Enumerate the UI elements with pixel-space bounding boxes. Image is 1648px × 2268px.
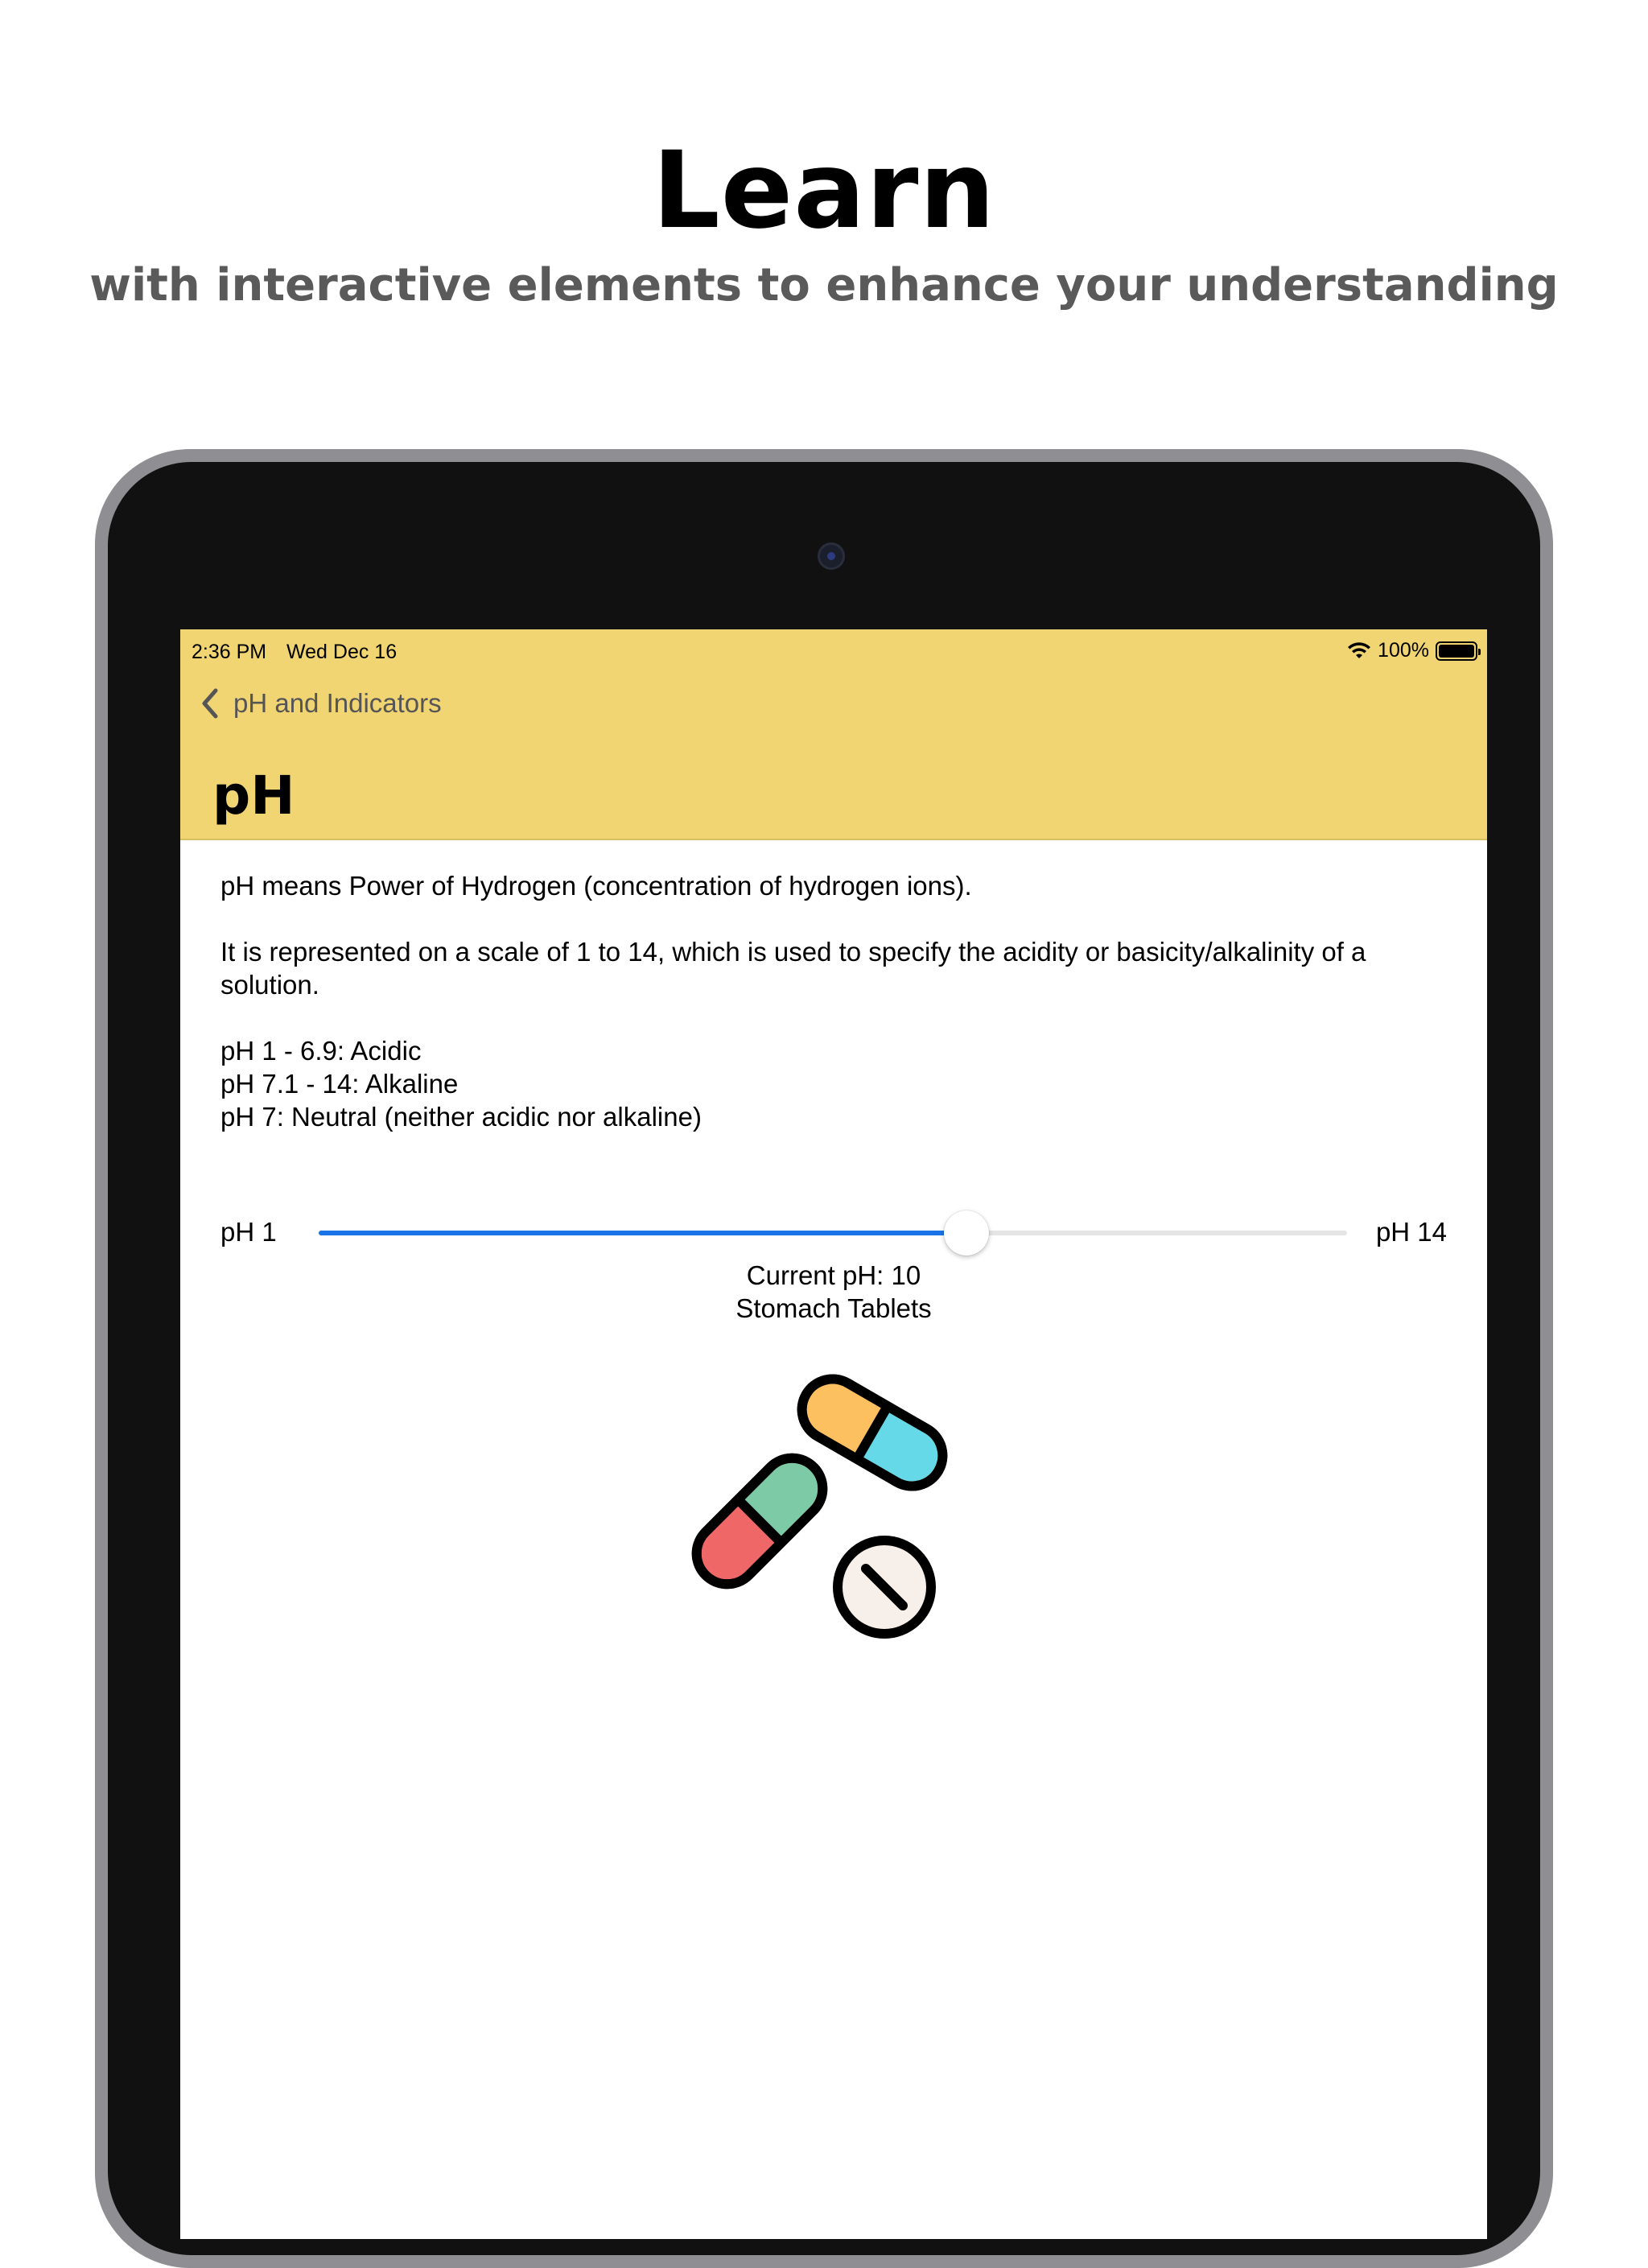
hero-subtitle: with interactive elements to enhance you… [89, 259, 1559, 311]
page-title: pH [212, 765, 295, 827]
app-screen: 2:36 PM Wed Dec 16 100% pH and Indicator… [180, 629, 1487, 2239]
substance-label: Stomach Tablets [735, 1293, 932, 1323]
pills-icon [691, 1374, 948, 1639]
range-list: pH 1 - 6.9: Acidic pH 7.1 - 14: Alkaline… [220, 1034, 1444, 1133]
intro-text: pH means Power of Hydrogen (concentratio… [220, 871, 972, 901]
ph-readout: Current pH: 10 Stomach Tablets [180, 1259, 1487, 1325]
current-ph-label: Current pH: 10 [746, 1260, 921, 1290]
back-label: pH and Indicators [233, 688, 442, 718]
range-alkaline: pH 7.1 - 14: Alkaline [220, 1069, 459, 1099]
slider-thumb[interactable] [944, 1210, 990, 1256]
slider-min-label: pH 1 [220, 1217, 277, 1247]
status-time: 2:36 PM [192, 641, 267, 663]
ph-slider: pH 1 pH 14 [220, 1209, 1447, 1257]
ipad-frame: 2:36 PM Wed Dec 16 100% pH and Indicator… [95, 449, 1553, 2268]
navigation-bar: 2:36 PM Wed Dec 16 100% pH and Indicator… [180, 629, 1487, 840]
wifi-icon [1348, 641, 1371, 658]
back-button[interactable]: pH and Indicators [198, 686, 442, 721]
status-date: Wed Dec 16 [286, 641, 398, 663]
slider-max-label: pH 14 [1375, 1217, 1447, 1247]
scale-text: It is represented on a scale of 1 to 14,… [220, 937, 1366, 1000]
battery-percent: 100% [1378, 639, 1429, 662]
status-bar: 2:36 PM Wed Dec 16 100% [180, 629, 1487, 670]
range-neutral: pH 7: Neutral (neither acidic nor alkali… [220, 1102, 702, 1132]
hero-title: Learn [652, 129, 996, 253]
lesson-content: pH means Power of Hydrogen (concentratio… [220, 869, 1444, 1133]
front-camera [818, 542, 845, 570]
battery-icon [1436, 641, 1481, 661]
slider-track[interactable] [319, 1210, 1347, 1256]
chevron-left-icon [202, 688, 218, 719]
range-acidic: pH 1 - 6.9: Acidic [220, 1036, 422, 1066]
slider-fill [319, 1231, 967, 1235]
